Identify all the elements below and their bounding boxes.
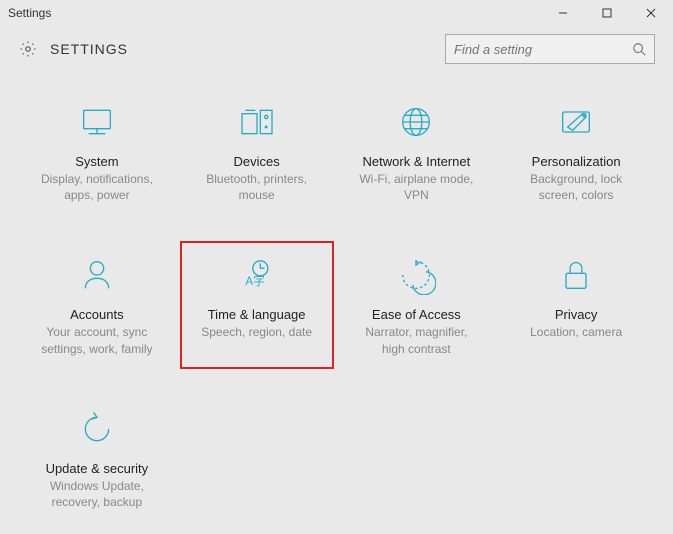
tile-privacy[interactable]: Privacy Location, camera (499, 241, 653, 368)
search-icon (632, 42, 646, 56)
network-icon (346, 98, 488, 146)
tile-title: Update & security (26, 461, 168, 476)
tile-ease-of-access[interactable]: Ease of Access Narrator, magnifier, high… (340, 241, 494, 368)
page-title: SETTINGS (50, 41, 128, 57)
search-input[interactable] (454, 42, 632, 57)
update-security-icon (26, 405, 168, 453)
tile-accounts[interactable]: Accounts Your account, sync settings, wo… (20, 241, 174, 368)
tile-title: System (26, 154, 168, 169)
window-controls (541, 0, 673, 26)
tile-time-language[interactable]: A字 Time & language Speech, region, date (180, 241, 334, 368)
tile-title: Devices (186, 154, 328, 169)
minimize-button[interactable] (541, 0, 585, 26)
settings-grid: System Display, notifications, apps, pow… (0, 78, 673, 534)
window-title: Settings (8, 6, 541, 20)
privacy-icon (505, 251, 647, 299)
tile-personalization[interactable]: Personalization Background, lock screen,… (499, 88, 653, 215)
personalization-icon (505, 98, 647, 146)
accounts-icon (26, 251, 168, 299)
tile-desc: Background, lock screen, colors (505, 171, 647, 203)
devices-icon (186, 98, 328, 146)
tile-desc: Narrator, magnifier, high contrast (346, 324, 488, 356)
tile-network[interactable]: Network & Internet Wi-Fi, airplane mode,… (340, 88, 494, 215)
tile-desc: Speech, region, date (186, 324, 328, 340)
tile-desc: Your account, sync settings, work, famil… (26, 324, 168, 356)
tile-desc: Wi-Fi, airplane mode, VPN (346, 171, 488, 203)
gear-icon (12, 40, 44, 58)
tile-desc: Location, camera (505, 324, 647, 340)
tile-title: Network & Internet (346, 154, 488, 169)
svg-text:A字: A字 (245, 274, 264, 288)
tile-title: Ease of Access (346, 307, 488, 322)
ease-of-access-icon (346, 251, 488, 299)
tile-update-security[interactable]: Update & security Windows Update, recove… (20, 395, 174, 522)
system-icon (26, 98, 168, 146)
tile-title: Personalization (505, 154, 647, 169)
close-button[interactable] (629, 0, 673, 26)
search-box[interactable] (445, 34, 655, 64)
tile-title: Time & language (186, 307, 328, 322)
header: SETTINGS (0, 26, 673, 78)
tile-desc: Bluetooth, printers, mouse (186, 171, 328, 203)
tile-desc: Windows Update, recovery, backup (26, 478, 168, 510)
tile-title: Accounts (26, 307, 168, 322)
tile-title: Privacy (505, 307, 647, 322)
time-language-icon: A字 (186, 251, 328, 299)
titlebar: Settings (0, 0, 673, 26)
maximize-button[interactable] (585, 0, 629, 26)
tile-desc: Display, notifications, apps, power (26, 171, 168, 203)
tile-system[interactable]: System Display, notifications, apps, pow… (20, 88, 174, 215)
tile-devices[interactable]: Devices Bluetooth, printers, mouse (180, 88, 334, 215)
